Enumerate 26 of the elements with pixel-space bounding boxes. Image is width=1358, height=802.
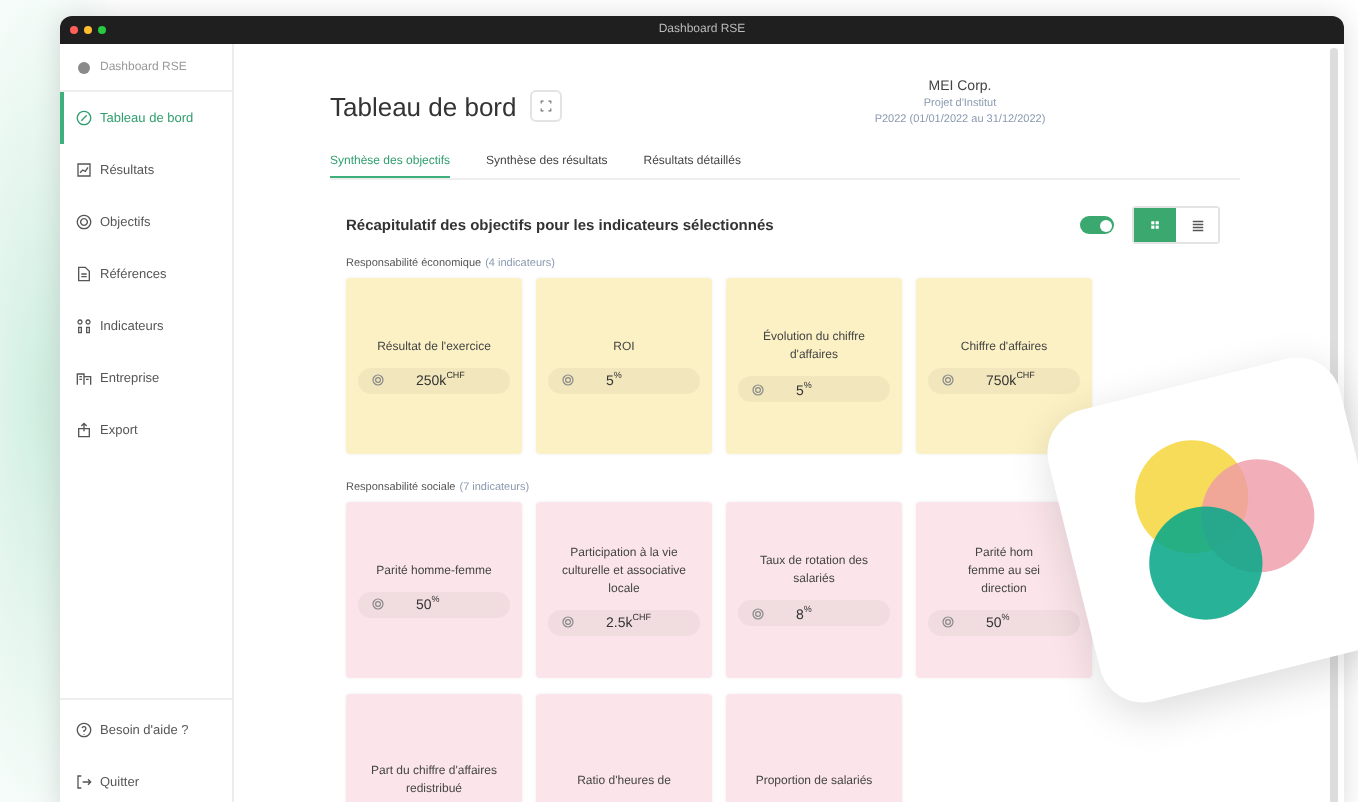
menu-icon bbox=[76, 722, 92, 738]
target-icon bbox=[562, 374, 574, 386]
menu-icon bbox=[76, 110, 92, 126]
zoom-button[interactable] bbox=[98, 26, 106, 34]
target-icon bbox=[752, 607, 764, 619]
target-icon bbox=[942, 374, 954, 386]
menu-icon bbox=[76, 370, 92, 386]
target-icon bbox=[562, 616, 574, 628]
target-icon bbox=[372, 374, 384, 386]
page-title: Tableau de bord bbox=[330, 91, 517, 121]
close-button[interactable] bbox=[70, 26, 78, 34]
logo-icon bbox=[76, 59, 92, 75]
grid-icon bbox=[1150, 220, 1160, 230]
toggle-switch[interactable] bbox=[1080, 216, 1114, 234]
menu-icon bbox=[76, 266, 92, 282]
menu-icon bbox=[76, 318, 92, 334]
expand-icon bbox=[540, 100, 553, 112]
target-icon bbox=[372, 598, 384, 610]
minimize-button[interactable] bbox=[84, 26, 92, 34]
target-icon bbox=[942, 616, 954, 628]
list-icon bbox=[1191, 219, 1203, 231]
menu-icon bbox=[76, 214, 92, 230]
menu-icon bbox=[76, 422, 92, 438]
menu-icon bbox=[76, 774, 92, 790]
menu-icon bbox=[76, 162, 92, 178]
target-icon bbox=[752, 383, 764, 395]
